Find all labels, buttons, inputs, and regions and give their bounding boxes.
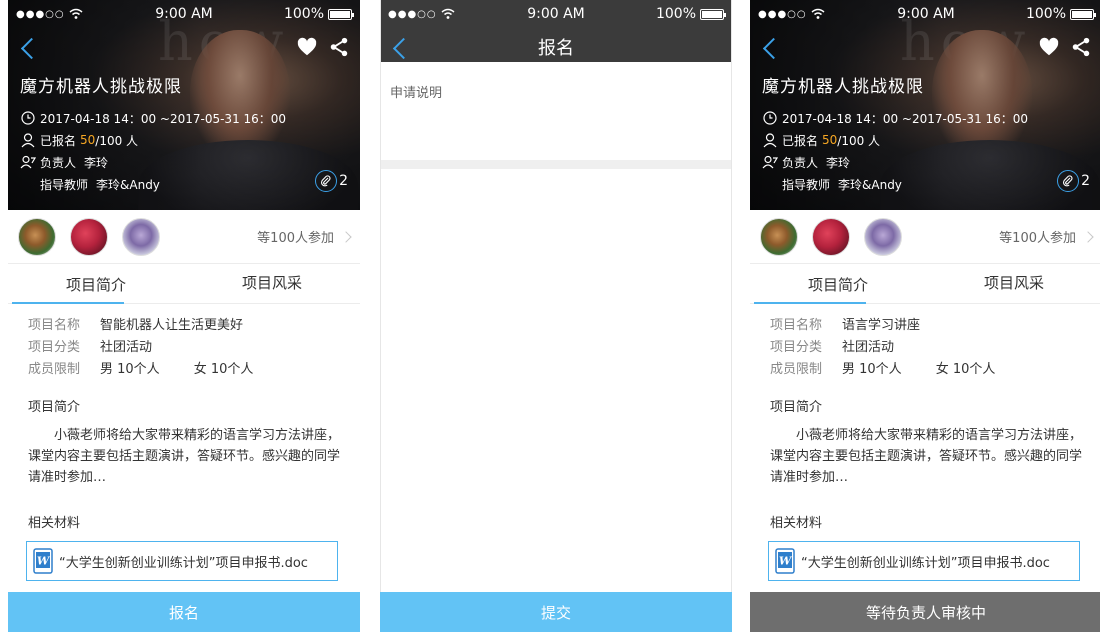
time-range: 2017-04-18 14：00 ~2017-05-31 16：00 — [782, 111, 1029, 126]
paperclip-icon — [315, 170, 338, 192]
limit-female: 女 10个人 — [193, 361, 254, 377]
project-title: 魔方机器人挑战极限 — [20, 77, 182, 97]
project-detail-screen: how ●●●○○ 9:00 AM 100% 魔方机器人挑战极限 2017-04… — [8, 0, 360, 632]
wifi-icon — [811, 8, 825, 19]
back-button[interactable] — [760, 36, 782, 62]
share-icon[interactable] — [328, 36, 350, 58]
heart-icon[interactable] — [1038, 36, 1060, 58]
project-detail: 项目名称 语言学习讲座 项目分类 社团活动 成员限制男 10个人女 10个人 项目简… — [768, 312, 1088, 581]
limit-male: 男 10个人 — [842, 361, 902, 377]
enrolled-count: 50 — [822, 133, 838, 147]
participants-more: 等100人参加 — [999, 231, 1076, 246]
divider — [380, 160, 732, 169]
word-doc-icon: W — [33, 548, 55, 574]
avatar[interactable] — [18, 217, 56, 256]
teacher-name: 李玲&Andy — [96, 177, 160, 192]
register-button[interactable]: 报名 — [8, 592, 360, 632]
svg-text:W: W — [779, 555, 793, 568]
heart-icon[interactable] — [296, 36, 318, 58]
owner-icon — [20, 154, 37, 170]
clock-icon — [762, 110, 778, 126]
signal-icon: ●●●○○ — [388, 8, 437, 20]
owner-name: 李玲 — [84, 155, 109, 170]
intro-text: 小薇老师将给大家带来精彩的语言学习方法讲座，课堂内容主要包括主题演讲，答疑环节。… — [28, 428, 341, 485]
hero-info: 魔方机器人挑战极限 2017-04-18 14：00 ~2017-05-31 1… — [20, 72, 348, 195]
limit-female: 女 10个人 — [935, 361, 996, 377]
project-detail-pending-screen: how ●●●○○ 9:00 AM 100% 魔方机器人挑战极限 2017-04… — [750, 0, 1100, 632]
project-category: 社团活动 — [842, 339, 895, 355]
status-bar: ●●●○○ 9:00 AM 100% — [380, 0, 732, 28]
project-detail: 项目名称 智能机器人让生活更美好 项目分类 社团活动 成员限制男 10个人女 10个… — [26, 312, 346, 581]
avatar[interactable] — [864, 217, 902, 256]
attachment-count: 2 — [339, 173, 348, 189]
limit-male: 男 10个人 — [100, 361, 160, 377]
participants-row[interactable]: 等100人参加 — [8, 210, 360, 264]
project-title: 魔方机器人挑战极限 — [762, 77, 924, 97]
materials-heading: 相关材料 — [28, 516, 81, 531]
back-button[interactable] — [390, 36, 412, 62]
intro-heading: 项目简介 — [770, 400, 823, 415]
person-icon — [762, 132, 778, 148]
share-icon[interactable] — [1070, 36, 1092, 58]
person-icon — [20, 132, 36, 148]
battery-icon — [700, 8, 726, 20]
document-name: “大学生创新创业训练计划”项目申报书.doc — [59, 555, 308, 571]
intro-heading: 项目简介 — [28, 400, 81, 415]
document-link[interactable]: W “大学生创新创业训练计划”项目申报书.doc — [768, 541, 1080, 581]
tab-project-intro[interactable]: 项目简介 — [750, 266, 926, 304]
submit-button[interactable]: 提交 — [380, 592, 732, 632]
tab-project-gallery[interactable]: 项目风采 — [926, 266, 1100, 303]
project-name: 语言学习讲座 — [842, 317, 921, 333]
tab-bar: 项目简介 项目风采 — [750, 266, 1100, 304]
signal-icon: ●●●○○ — [758, 8, 807, 20]
battery-icon — [328, 8, 354, 20]
pending-review-button[interactable]: 等待负责人审核中 — [750, 592, 1100, 632]
wifi-icon — [69, 8, 83, 19]
enrolled-count: 50 — [80, 133, 96, 147]
intro-text: 小薇老师将给大家带来精彩的语言学习方法讲座，课堂内容主要包括主题演讲，答疑环节。… — [770, 428, 1083, 485]
document-name: “大学生创新创业训练计划”项目申报书.doc — [801, 555, 1050, 571]
participants-more: 等100人参加 — [257, 231, 334, 246]
avatar[interactable] — [812, 217, 850, 256]
clock-icon — [20, 110, 36, 126]
apply-description-input[interactable]: 申请说明 — [390, 82, 442, 101]
avatar[interactable] — [122, 217, 160, 256]
owner-name: 李玲 — [826, 155, 851, 170]
materials-heading: 相关材料 — [770, 516, 823, 531]
participants-row[interactable]: 等100人参加 — [750, 210, 1100, 264]
attachment-badge[interactable]: 2 — [315, 170, 348, 192]
avatar[interactable] — [70, 217, 108, 256]
avatar[interactable] — [760, 217, 798, 256]
owner-icon — [762, 154, 779, 170]
attachment-count: 2 — [1081, 173, 1090, 189]
word-doc-icon: W — [775, 548, 797, 574]
chevron-right-icon — [1082, 230, 1094, 243]
apply-screen: 报名 ●●●○○ 9:00 AM 100% 申请说明 提交 — [380, 0, 732, 632]
teacher-name: 李玲&Andy — [838, 177, 902, 192]
project-category: 社团活动 — [100, 339, 153, 355]
battery-percent: 100% — [283, 6, 324, 22]
battery-percent: 100% — [655, 6, 696, 22]
attachment-badge[interactable]: 2 — [1057, 170, 1090, 192]
time-range: 2017-04-18 14：00 ~2017-05-31 16：00 — [40, 111, 287, 126]
tab-bar: 项目简介 项目风采 — [8, 266, 360, 304]
status-bar: ●●●○○ 9:00 AM 100% — [750, 0, 1100, 28]
paperclip-icon — [1057, 170, 1080, 192]
chevron-right-icon — [340, 230, 352, 243]
tab-project-intro[interactable]: 项目简介 — [8, 266, 184, 304]
hero-info: 魔方机器人挑战极限 2017-04-18 14：00 ~2017-05-31 1… — [762, 72, 1090, 195]
svg-text:W: W — [37, 555, 51, 568]
document-link[interactable]: W “大学生创新创业训练计划”项目申报书.doc — [26, 541, 338, 581]
status-bar: ●●●○○ 9:00 AM 100% — [8, 0, 360, 28]
wifi-icon — [441, 8, 455, 19]
project-name: 智能机器人让生活更美好 — [100, 317, 244, 333]
back-button[interactable] — [18, 36, 40, 62]
signal-icon: ●●●○○ — [16, 8, 65, 20]
battery-icon — [1070, 8, 1096, 20]
page-title: 报名 — [538, 38, 574, 59]
battery-percent: 100% — [1025, 6, 1066, 22]
tab-project-gallery[interactable]: 项目风采 — [184, 266, 360, 303]
